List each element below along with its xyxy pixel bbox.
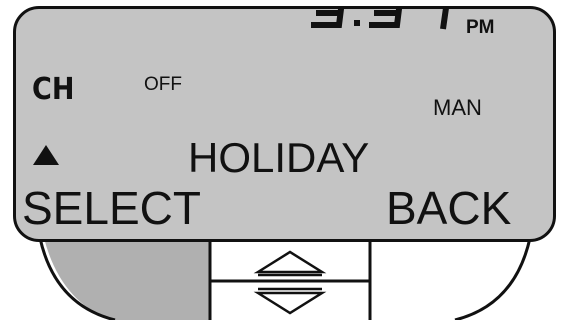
down-chevron-icon bbox=[253, 287, 327, 315]
select-softkey-label[interactable]: SELECT bbox=[22, 185, 201, 231]
up-triangle-icon bbox=[33, 145, 59, 165]
mode-label: MAN bbox=[433, 95, 482, 120]
down-button[interactable] bbox=[210, 281, 370, 320]
up-button[interactable] bbox=[210, 242, 370, 281]
clock-display bbox=[311, 9, 449, 30]
period-indicator: PM bbox=[466, 17, 495, 38]
status-label: OFF bbox=[144, 74, 182, 95]
channel-label: CH bbox=[32, 72, 75, 107]
up-chevron-icon bbox=[253, 250, 327, 277]
menu-item-label: HOLIDAY bbox=[188, 134, 370, 181]
back-softkey-label[interactable]: BACK bbox=[386, 185, 511, 231]
thermostat-device: PM CH OFF MAN HOLIDAY SELECT BACK bbox=[0, 0, 568, 320]
lcd-screen: PM CH OFF MAN HOLIDAY SELECT BACK bbox=[13, 6, 556, 242]
